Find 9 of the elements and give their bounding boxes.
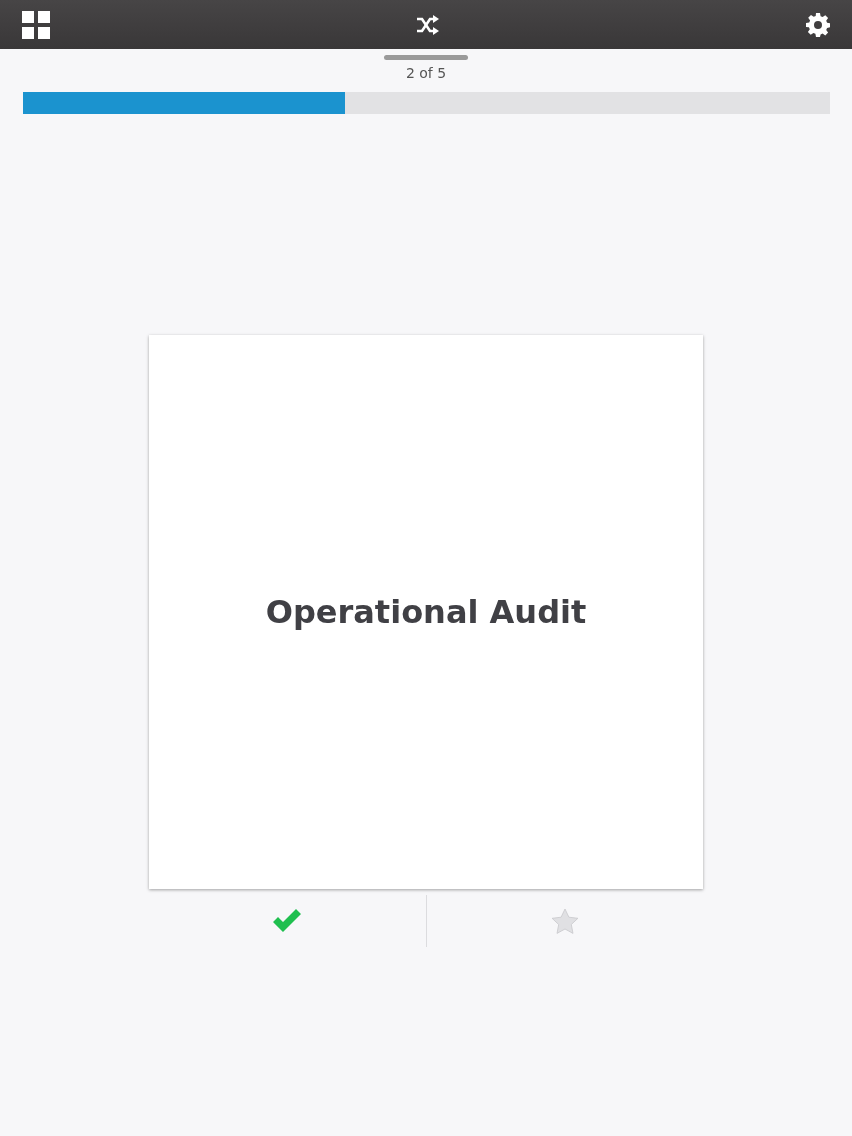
grid-icon[interactable] bbox=[22, 10, 50, 39]
shuffle-icon[interactable] bbox=[416, 14, 440, 35]
drag-handle[interactable] bbox=[384, 55, 468, 60]
card-counter: 2 of 5 bbox=[405, 64, 447, 82]
settings-icon[interactable] bbox=[806, 12, 830, 37]
checkmark-icon[interactable] bbox=[271, 909, 302, 933]
flashcard[interactable]: Operational Audit bbox=[149, 335, 703, 889]
card-term: Operational Audit bbox=[265, 593, 587, 631]
star-icon[interactable] bbox=[551, 907, 580, 935]
